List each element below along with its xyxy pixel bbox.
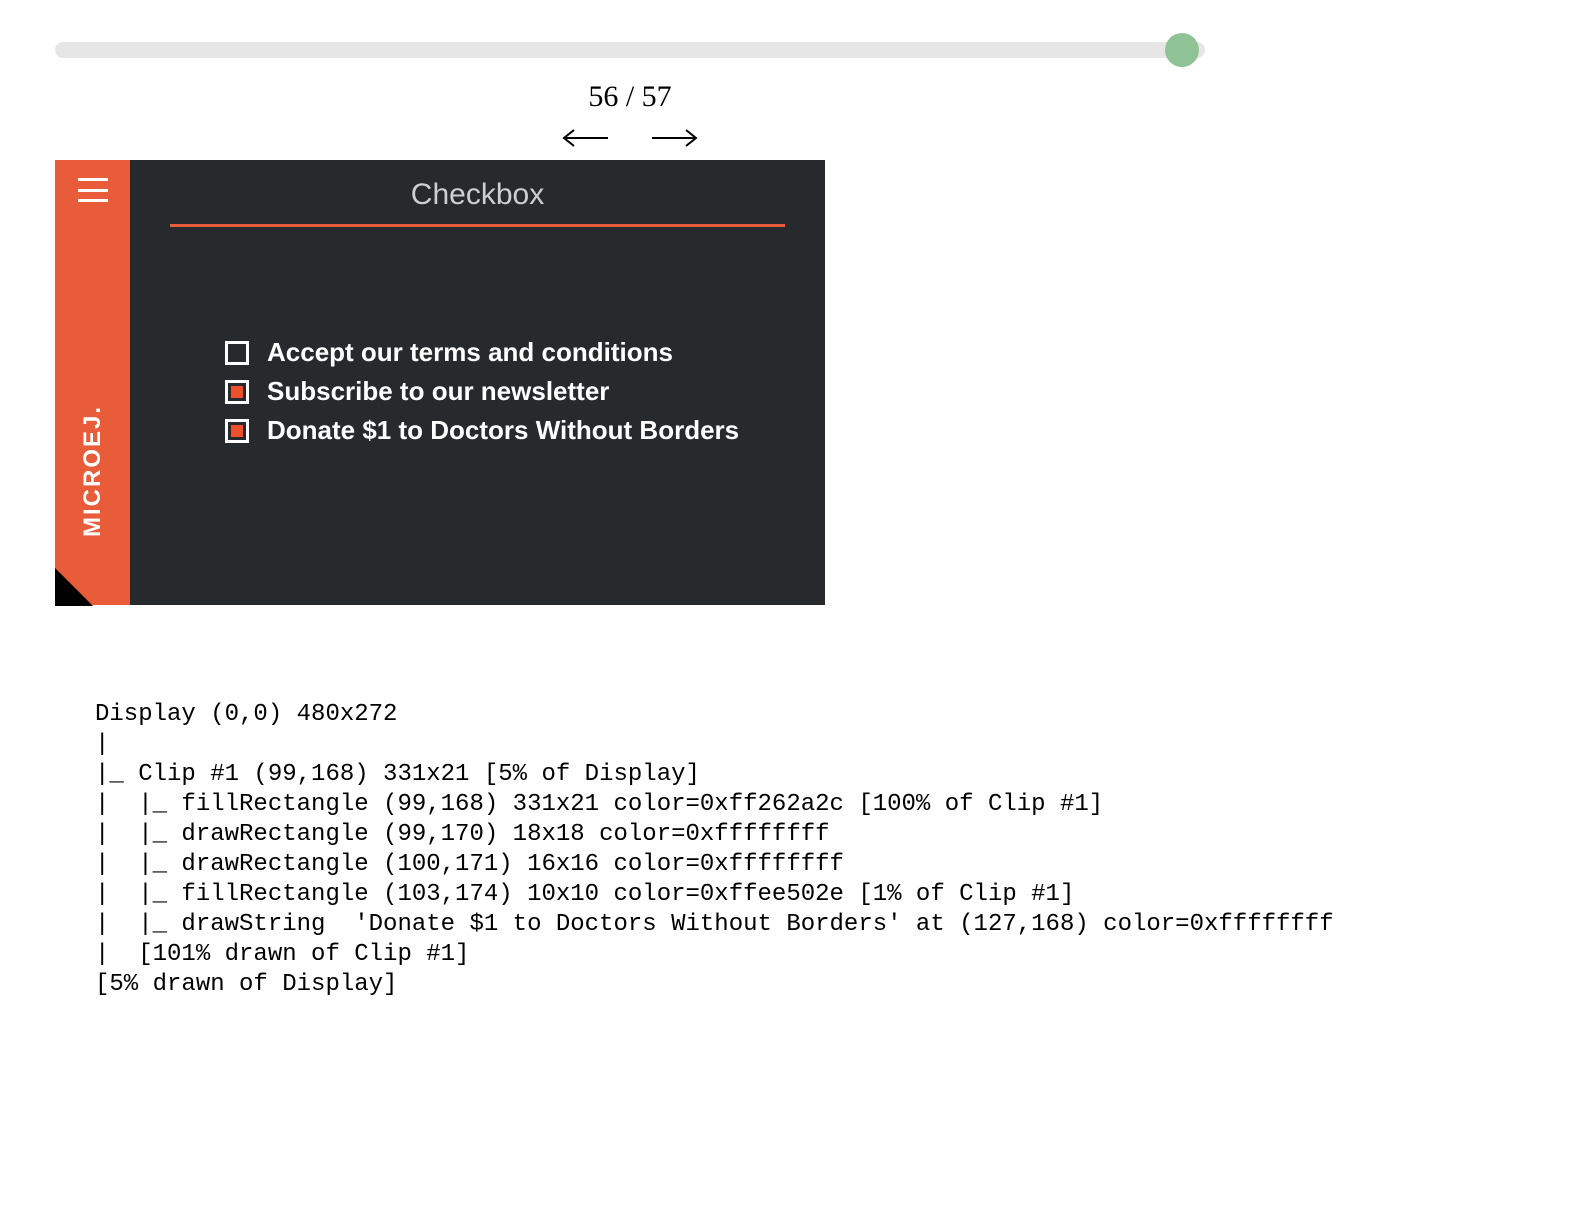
checkbox-row-newsletter[interactable]: Subscribe to our newsletter: [225, 376, 785, 407]
page-title: Checkbox: [170, 178, 785, 227]
checkbox-box[interactable]: [225, 419, 249, 443]
checkbox-list: Accept our terms and conditions Subscrib…: [170, 337, 785, 446]
frame-counter: 56 / 57: [55, 80, 1205, 114]
checkbox-row-terms[interactable]: Accept our terms and conditions: [225, 337, 785, 368]
checkbox-label: Donate $1 to Doctors Without Borders: [267, 415, 739, 446]
device-sidebar: MICROEJ.: [55, 160, 130, 605]
trace-output: Display (0,0) 480x272 | |_ Clip #1 (99,1…: [95, 700, 1523, 1000]
hamburger-icon[interactable]: [78, 178, 108, 202]
arrow-left-icon: [562, 128, 610, 148]
sidebar-fold-decoration: [55, 568, 93, 606]
next-frame-button[interactable]: [650, 126, 698, 150]
slider-track: [55, 42, 1205, 58]
prev-frame-button[interactable]: [562, 126, 610, 150]
arrow-right-icon: [650, 128, 698, 148]
checkbox-label: Subscribe to our newsletter: [267, 376, 609, 407]
slider-thumb[interactable]: [1165, 33, 1199, 67]
checkbox-box[interactable]: [225, 380, 249, 404]
checkbox-box[interactable]: [225, 341, 249, 365]
device-display: MICROEJ. Checkbox Accept our terms and c…: [55, 160, 825, 605]
checkbox-row-donate[interactable]: Donate $1 to Doctors Without Borders: [225, 415, 785, 446]
frame-slider[interactable]: [55, 30, 1205, 60]
checkbox-label: Accept our terms and conditions: [267, 337, 673, 368]
brand-label: MICROEJ.: [79, 405, 107, 537]
device-main: Checkbox Accept our terms and conditions…: [130, 160, 825, 605]
